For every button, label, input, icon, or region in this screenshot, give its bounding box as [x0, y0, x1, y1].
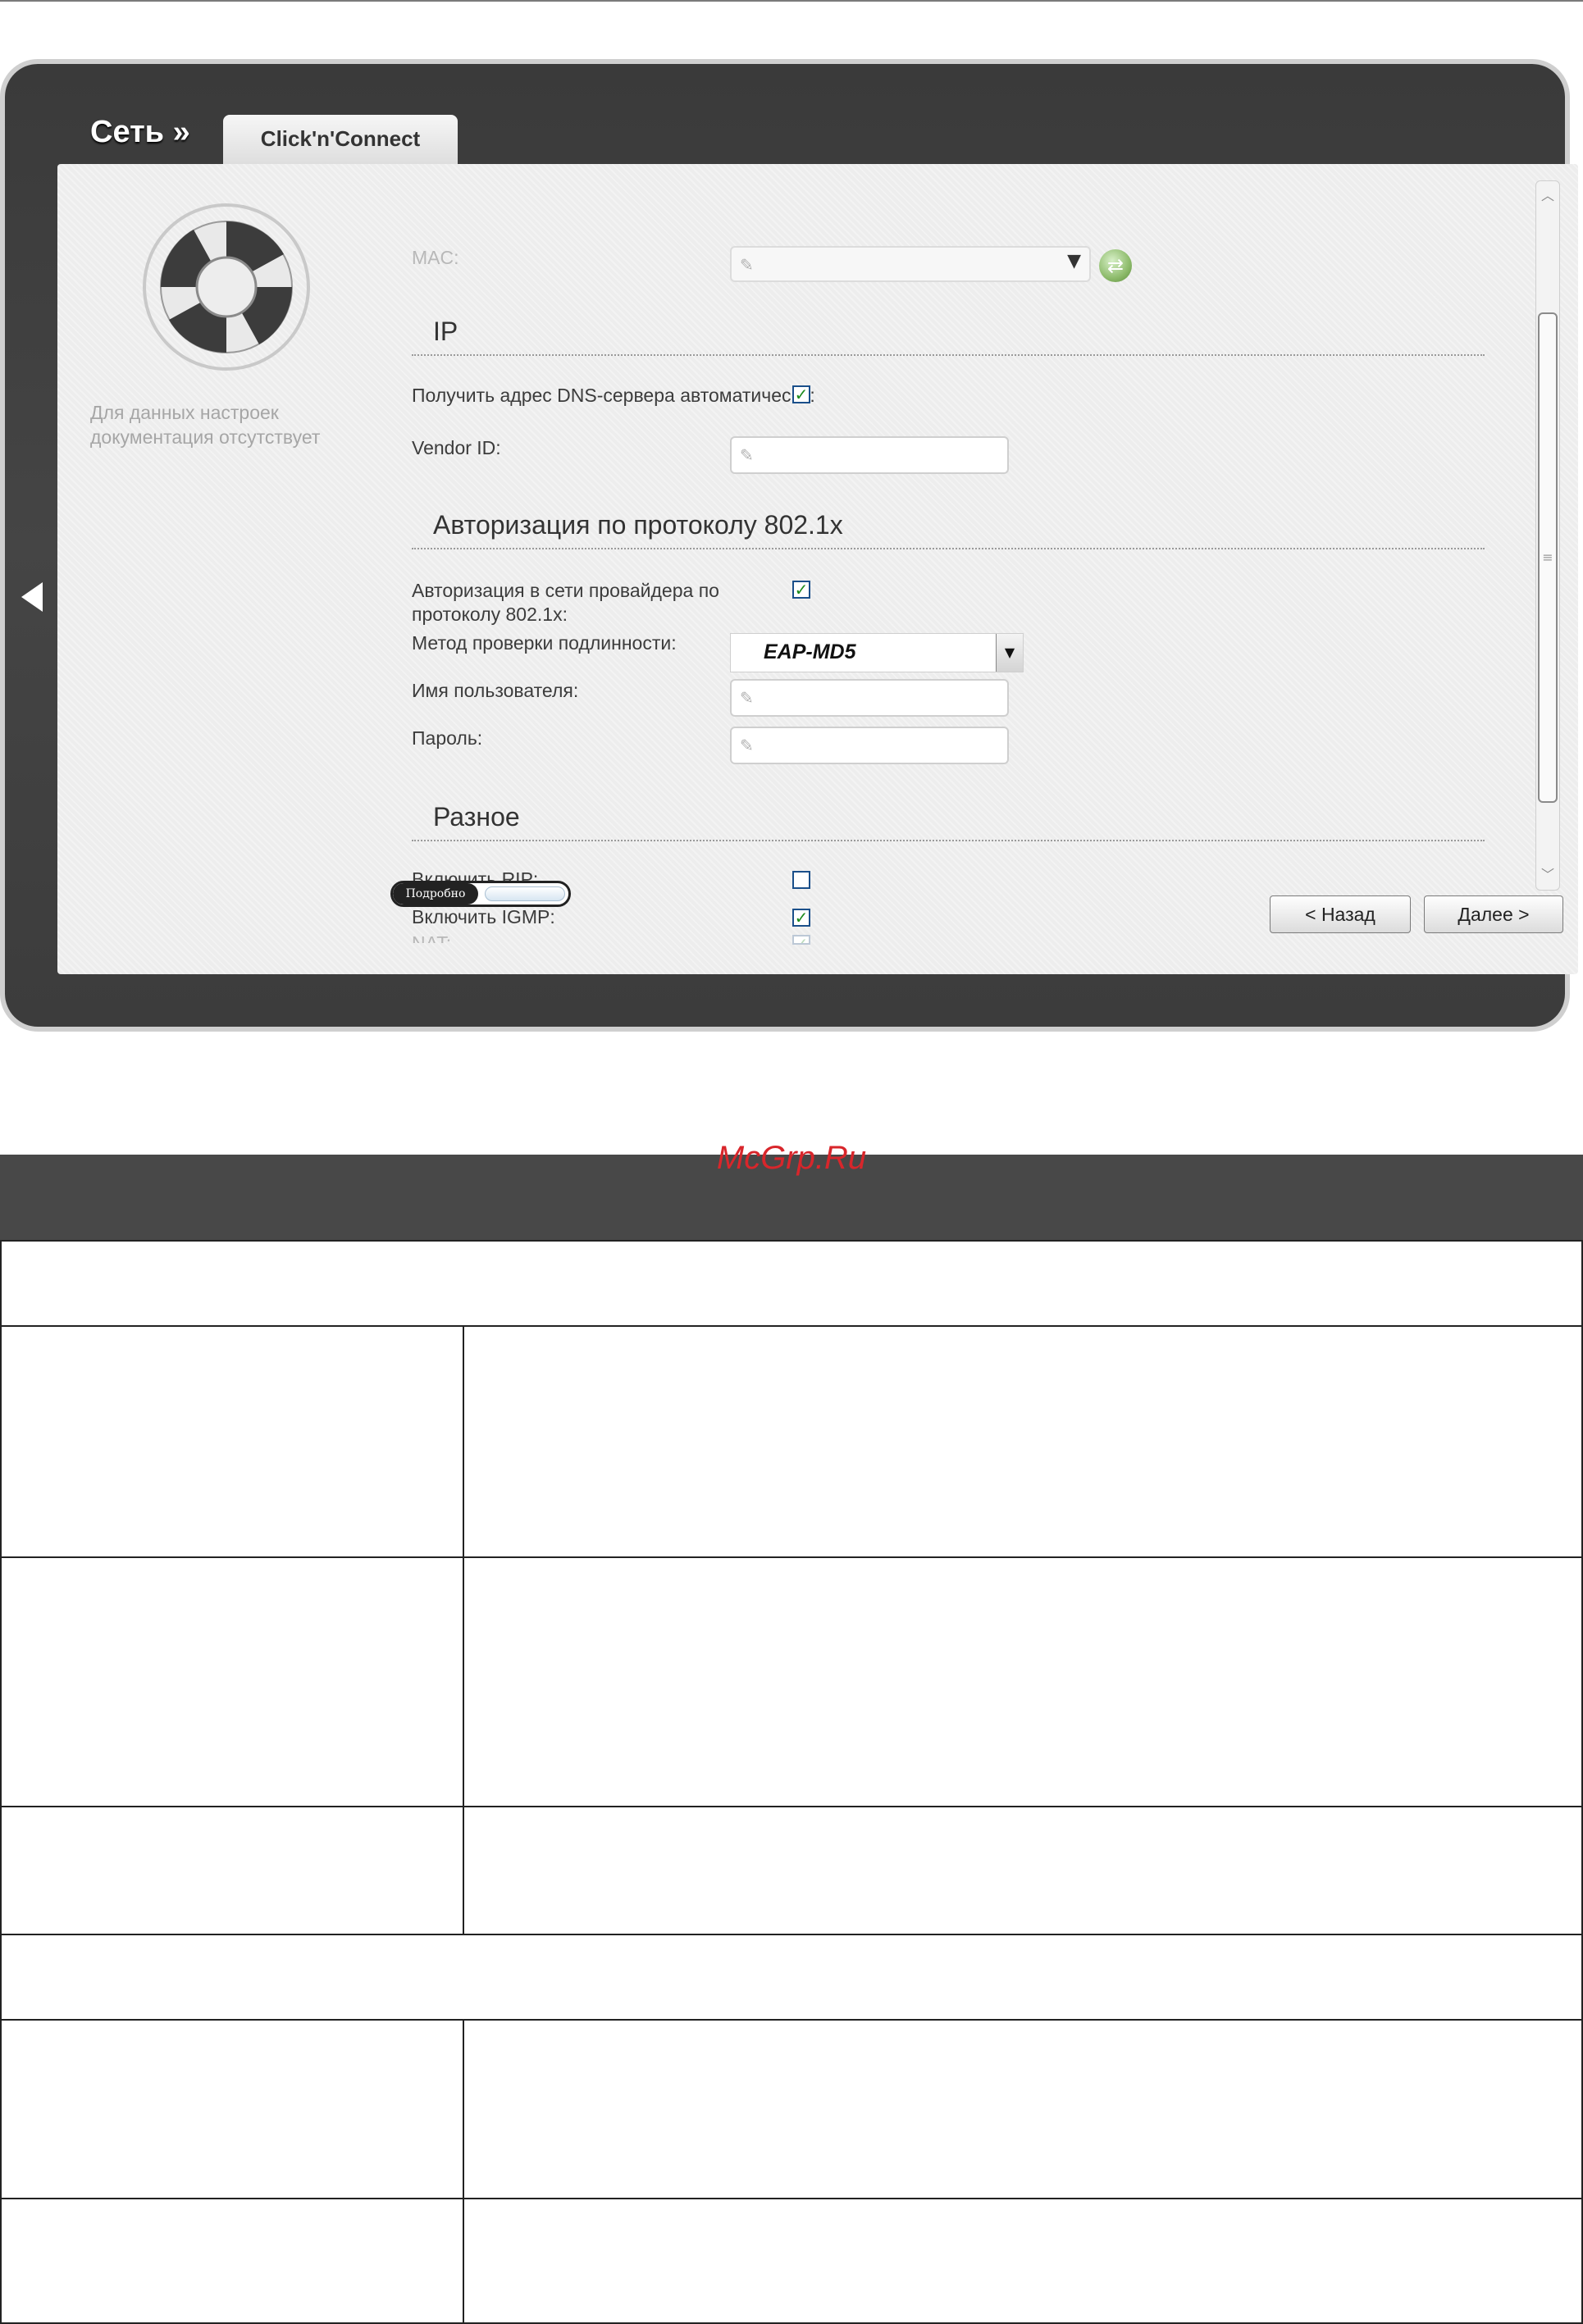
username-input[interactable]: ✎	[730, 679, 1009, 717]
password-input[interactable]: ✎	[730, 727, 1009, 764]
collapse-arrow-icon[interactable]	[21, 582, 43, 612]
vendor-id-input[interactable]: ✎	[730, 436, 1009, 474]
lifebuoy-icon	[143, 203, 310, 371]
pencil-icon: ✎	[740, 255, 754, 275]
mac-label: MAC:	[412, 247, 459, 268]
auth-method-select[interactable]: EAP-MD5 ▼	[730, 633, 1024, 672]
table-row	[0, 1807, 1583, 1935]
section-divider	[412, 840, 1485, 841]
nat-label: NAT:	[412, 932, 452, 943]
auth-8021x-label: Авторизация в сети провайдера по протоко…	[412, 580, 719, 625]
details-toggle[interactable]: Подробно	[390, 881, 571, 907]
watermark: McGrp.Ru	[716, 1140, 867, 1176]
tab-click-n-connect[interactable]: Click'n'Connect	[223, 115, 458, 164]
table-row	[0, 1935, 1583, 2021]
username-label: Имя пользователя:	[412, 680, 579, 701]
scrollbar[interactable]: ︿ ≡ ﹀	[1535, 180, 1560, 891]
rip-checkbox[interactable]	[792, 871, 810, 889]
section-divider	[412, 548, 1485, 549]
igmp-checkbox[interactable]: ✓	[792, 909, 810, 927]
auth-8021x-checkbox[interactable]: ✓	[792, 581, 810, 599]
settings-panel: Для данных настроек документация отсутст…	[57, 164, 1578, 974]
table-row	[0, 2199, 1583, 2324]
password-label: Пароль:	[412, 727, 483, 749]
chevron-down-icon[interactable]: ▼	[1067, 251, 1081, 271]
details-toggle-track	[485, 886, 565, 901]
auth-method-label: Метод проверки подлинности:	[412, 632, 677, 654]
dns-auto-label: Получить адрес DNS-сервера автоматически…	[412, 385, 815, 406]
table-row	[0, 1325, 1583, 1558]
details-toggle-label: Подробно	[393, 883, 478, 905]
chevron-down-icon[interactable]: ▼	[996, 634, 1023, 672]
section-title-misc: Разное	[433, 802, 520, 832]
page-top-rule	[0, 0, 1583, 2]
pencil-icon: ✎	[740, 736, 754, 755]
router-ui-frame: Сеть » Click'n'Connect Для данных настро…	[0, 64, 1583, 1033]
dns-auto-checkbox[interactable]: ✓	[792, 385, 810, 403]
next-button[interactable]: Далее >	[1424, 895, 1563, 933]
section-title-auth: Авторизация по протоколу 802.1x	[433, 510, 843, 540]
section-divider	[412, 354, 1485, 356]
pencil-icon: ✎	[740, 445, 754, 465]
back-button[interactable]: < Назад	[1270, 895, 1411, 933]
no-doc-note: Для данных настроек документация отсутст…	[90, 402, 321, 448]
mac-select[interactable]: ✎ ▼	[730, 246, 1091, 282]
nat-checkbox[interactable]: ✓	[792, 935, 810, 945]
table-row	[0, 1558, 1583, 1807]
chevron-down-icon[interactable]: ﹀	[1538, 865, 1558, 885]
table-row	[0, 2021, 1583, 2199]
pencil-icon: ✎	[740, 688, 754, 708]
igmp-label: Включить IGMP:	[412, 906, 555, 927]
breadcrumb[interactable]: Сеть »	[90, 115, 190, 150]
chevron-up-icon[interactable]: ︿	[1538, 186, 1558, 206]
vendor-id-label: Vendor ID:	[412, 437, 501, 458]
auth-method-value: EAP-MD5	[764, 640, 856, 663]
section-title-ip: IP	[433, 317, 458, 346]
scrollbar-thumb[interactable]: ≡	[1538, 312, 1558, 803]
router-ui-dark-bezel: Сеть » Click'n'Connect Для данных настро…	[5, 64, 1578, 1027]
table-row	[0, 1240, 1583, 1327]
refresh-mac-icon[interactable]: ⇄	[1099, 249, 1132, 282]
